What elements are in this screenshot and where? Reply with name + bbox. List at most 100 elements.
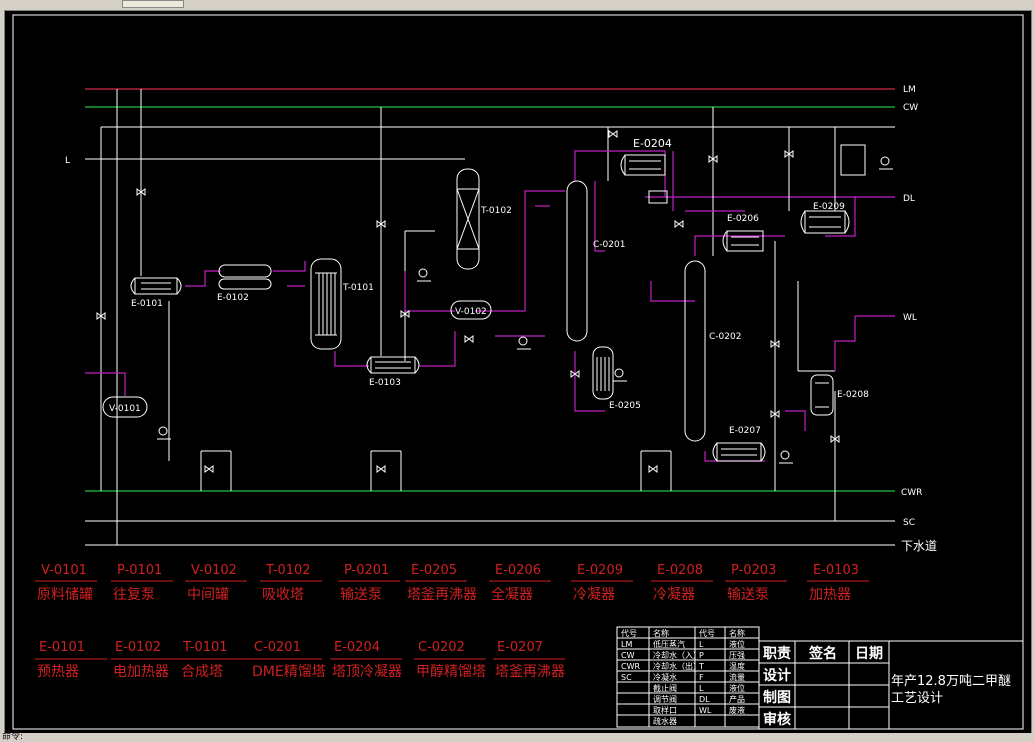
legend-name: 预热器	[37, 664, 79, 680]
legend-tag: C-0201	[254, 640, 301, 655]
e0103-exchanger	[366, 356, 420, 374]
symbol-table-cell: 调节阀	[653, 695, 677, 704]
legend-tag: T-0102	[265, 563, 311, 578]
legend-tag: P-0101	[117, 563, 162, 578]
c0202-column	[684, 260, 706, 442]
sc-label: SC	[903, 518, 915, 528]
status-bar	[0, 733, 1034, 742]
legend-name: 原料储罐	[37, 587, 93, 603]
legend-tag: E-0204	[334, 640, 380, 655]
role-drafting: 制图	[763, 689, 791, 706]
symbol-table-cell: 产品	[729, 694, 745, 704]
e0205-reboiler	[592, 346, 614, 400]
t0102-label: T-0102	[480, 206, 512, 216]
t0102-absorber	[456, 168, 480, 270]
symbol-table-header: 名称	[729, 628, 745, 638]
legend-tag: E-0102	[115, 640, 161, 655]
cwr-label: CWR	[901, 488, 922, 498]
legend-name: 输送泵	[727, 587, 769, 603]
symbol-table-cell: 压强	[729, 651, 745, 660]
symbol-table-header: 代号	[621, 628, 637, 638]
drawing-border	[12, 14, 1024, 730]
symbol-table-cell: T	[698, 662, 704, 671]
e0103-label: E-0103	[369, 378, 401, 388]
e0204-condenser	[620, 154, 668, 204]
legend-name: DME精馏塔	[252, 664, 326, 680]
role-duty: 职责	[763, 645, 791, 662]
symbol-table-cell: CW	[621, 651, 635, 660]
legend-name: 塔釜再沸器	[495, 664, 565, 680]
toolbar-buttons[interactable]	[122, 0, 184, 8]
symbol-table-cell: 液位	[729, 639, 745, 649]
symbol-table-cell: 液位	[729, 683, 745, 693]
symbol-table-cell: SC	[621, 673, 632, 682]
symbol-table-cell: DL	[699, 695, 710, 704]
e0205-label: E-0205	[609, 401, 641, 411]
drain-label: 下水道	[901, 539, 937, 553]
symbol-table-header: 代号	[699, 628, 715, 638]
role-review: 审核	[763, 711, 791, 728]
symbol-table-cell: 流量	[729, 672, 745, 682]
drawing-title-line1: 年产12.8万吨二甲醚	[891, 674, 1011, 689]
lm-label: LM	[903, 85, 916, 95]
e0101-label: E-0101	[131, 299, 163, 309]
legend-name: 甲醇精馏塔	[416, 663, 486, 680]
t0101-reactor	[310, 258, 342, 350]
cad-window: LM CW L DL WL CWR SC 下水道 E-0101 E-0102 T…	[0, 0, 1034, 742]
c0201-label: C-0201	[593, 240, 625, 250]
e0204-label: E-0204	[633, 137, 672, 150]
legend-row-1: V-0101 原料储罐 P-0101 往复泵 V-0102 中间罐 T-0102 吸收塔 P-0…	[35, 563, 869, 603]
legend-tag: V-0102	[191, 563, 237, 578]
legend-tag: E-0209	[577, 563, 623, 578]
drawing-canvas[interactable]: LM CW L DL WL CWR SC 下水道 E-0101 E-0102 T…	[4, 10, 1032, 734]
symbol-table-cell: P	[699, 651, 704, 660]
symbol-table-cell: L	[699, 640, 704, 649]
legend-name: 塔顶冷凝器	[332, 664, 402, 680]
c0202-label: C-0202	[709, 332, 741, 342]
symbol-table-cell: 冷凝水	[653, 672, 677, 682]
legend-name: 冷凝器	[573, 587, 615, 603]
legend-tag: E-0206	[495, 563, 541, 578]
legend-tag: E-0205	[411, 563, 457, 578]
symbol-table-cell: CWR	[621, 662, 640, 671]
legend-tag: P-0201	[344, 563, 389, 578]
cw-label: CW	[903, 103, 918, 113]
e0102-heater	[218, 264, 272, 290]
pid-drawing: LM CW L DL WL CWR SC 下水道 E-0101 E-0102 T…	[12, 14, 1024, 730]
role-design: 设计	[763, 667, 791, 684]
e0102-label: E-0102	[217, 293, 249, 303]
symbol-table-cell: 低压蒸汽	[653, 639, 685, 649]
legend-name: 加热器	[809, 587, 851, 603]
legend-tag: E-0207	[497, 640, 543, 655]
symbol-table-cell: 截止阀	[653, 683, 677, 693]
dl-label: DL	[903, 194, 915, 204]
e0207-label: E-0207	[729, 426, 761, 436]
c0201-column	[566, 180, 588, 342]
legend-row-2: E-0101 预热器 E-0102 电加热器 T-0101 合成塔 C-0201 DME精馏塔…	[35, 640, 565, 680]
command-prompt: 命令:	[2, 732, 24, 742]
legend-name: 全凝器	[491, 586, 533, 603]
legend-name: 电加热器	[113, 664, 169, 680]
legend-name: 输送泵	[340, 587, 382, 603]
legend-name: 合成塔	[181, 664, 223, 680]
legend-tag: V-0101	[41, 563, 87, 578]
symbol-table-cell: LM	[621, 640, 632, 649]
date-header: 日期	[855, 646, 883, 662]
e0206-condenser	[722, 230, 764, 252]
symbol-table-text: 代号 名称 代号 名称 LM 低压蒸汽 L 液位 CW 冷却水（入）P 压强 CWR 冷却水（出）T 温度…	[621, 628, 745, 726]
legend-tag: E-0103	[813, 563, 859, 578]
e0206-label: E-0206	[727, 214, 759, 224]
t0101-label: T-0101	[342, 283, 374, 293]
legend-name: 冷凝器	[653, 587, 695, 603]
symbol-table-cell: 疏水器	[653, 716, 677, 726]
l-label: L	[65, 156, 70, 166]
legend-name: 塔釜再沸器	[407, 587, 477, 603]
e0101-exchanger	[130, 277, 182, 295]
legend-tag: P-0203	[731, 563, 776, 578]
symbol-table-cell: F	[699, 673, 704, 682]
wl-label: WL	[903, 313, 917, 323]
piping-white	[100, 89, 836, 545]
legend-tag: C-0202	[418, 640, 465, 655]
symbol-table-cell: 取样口	[653, 705, 677, 715]
v0102-label: V-0102	[455, 307, 487, 317]
